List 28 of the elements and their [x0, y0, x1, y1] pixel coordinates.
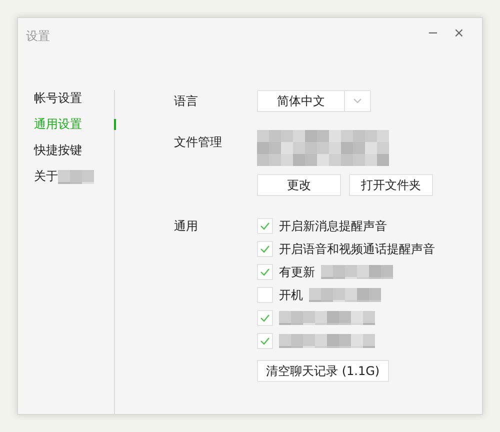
clear-history-button[interactable]: 清空聊天记录 (1.1G): [257, 360, 389, 382]
option-label: 开启语音和视频通话提醒声音: [279, 240, 435, 258]
option-label: 有更新: [279, 264, 315, 280]
sidebar-item[interactable]: 快捷按键: [34, 142, 114, 159]
check-icon: [260, 222, 270, 230]
language-select[interactable]: 简体中文: [257, 90, 371, 112]
change-button[interactable]: 更改: [257, 174, 341, 196]
checkbox[interactable]: [257, 333, 273, 349]
check-icon: [260, 337, 270, 345]
language-label: 语言: [174, 93, 199, 110]
check-icon: [260, 268, 270, 276]
check-icon: [260, 314, 270, 322]
checkbox[interactable]: [257, 287, 273, 303]
sidebar-item[interactable]: 关于: [34, 168, 114, 185]
option-label: 开机: [279, 286, 303, 304]
file-management-label: 文件管理: [174, 134, 223, 151]
close-button[interactable]: ×: [446, 26, 472, 40]
checkbox[interactable]: [257, 218, 273, 234]
checkbox[interactable]: [257, 241, 273, 257]
general-label: 通用: [174, 218, 199, 235]
sidebar-item[interactable]: 帐号设置: [34, 90, 114, 107]
check-icon: [260, 245, 270, 253]
window-title: 设置: [26, 28, 51, 44]
checkbox[interactable]: [257, 310, 273, 326]
minimize-button[interactable]: −: [420, 26, 446, 40]
open-folder-button[interactable]: 打开文件夹: [349, 174, 433, 196]
checkbox[interactable]: [257, 264, 273, 280]
option-label: 开启新消息提醒声音: [279, 218, 387, 234]
